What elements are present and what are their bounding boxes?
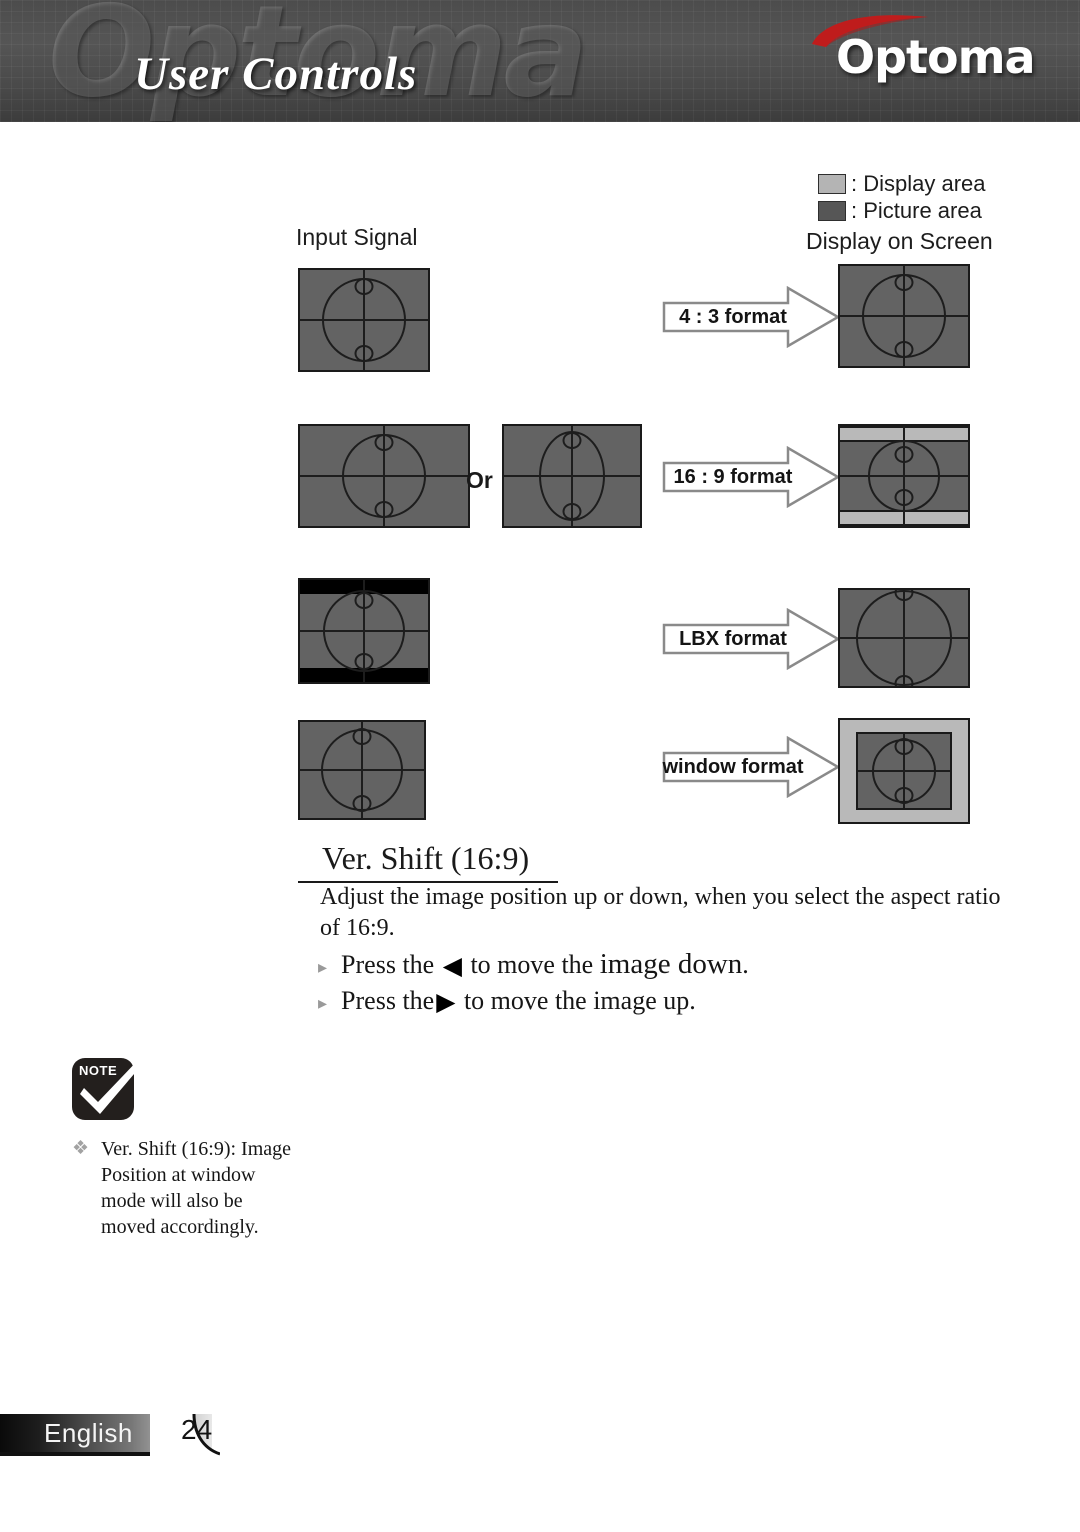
right-arrow-key-icon: ▶ [436,989,456,1016]
output-pattern-4x3 [838,264,970,368]
note-bullet-icon: ❖ [72,1138,90,1159]
instruction-text-down: Press the ◀ to move the image down. [341,948,749,980]
output-pattern-16x9 [838,424,970,528]
note-text: Ver. Shift (16:9): Image Position at win… [101,1138,292,1238]
or-label: Or [466,467,493,493]
note-body: ❖ Ver. Shift (16:9): Image Position at w… [72,1136,302,1240]
instruction-item-up: ▸ Press the▶ to move the image up. [318,986,1018,1024]
legend: : Display area : Picture area [818,170,986,224]
input-pattern-window [298,720,426,820]
output-pattern-window [838,718,970,824]
legend-row-display-area: : Display area [818,170,986,197]
arrow-label-lbx: LBX format [679,627,787,650]
arrow-label-16x9: 16 : 9 format [673,465,793,488]
section-description: Adjust the image position up or down, wh… [320,884,1001,941]
arrow-label-4x3: 4 : 3 format [679,305,787,328]
display-on-screen-heading: Display on Screen [806,228,993,254]
footer-language-label: English [44,1418,133,1448]
input-pattern-16x9-circle [298,424,470,528]
input-pattern-4x3 [298,268,430,372]
arrow-window-format: window format [662,736,840,798]
arrow-16x9-format: 16 : 9 format [662,446,840,508]
page-header: Optoma User Controls Optoma [0,0,1080,122]
optoma-logo: Optoma [806,14,1054,94]
logo-wordmark: Optoma [836,30,1036,84]
bullet-triangle-icon: ▸ [318,957,328,977]
page-title: User Controls [134,48,418,100]
picture-area-swatch [818,200,846,221]
arrow-lbx-format: LBX format [662,608,840,670]
page-content: : Display area : Picture area Input Sign… [0,122,1080,1412]
output-pattern-lbx [838,588,970,688]
instruction-text-up: Press the▶ to move the image up. [341,986,696,1016]
arrow-label-window: window format [662,755,804,778]
footer-page-number: 24 [181,1414,213,1445]
legend-row-picture-area: : Picture area [818,197,986,224]
input-pattern-16x9-ellipse [502,424,642,528]
instruction-list: ▸ Press the ◀ to move the image down. ▸ … [318,948,1018,1024]
section-heading-ver-shift: Ver. Shift (16:9) [298,840,558,883]
input-pattern-lbx [298,578,430,684]
page-footer: English 24 [0,1414,300,1460]
instruction-item-down: ▸ Press the ◀ to move the image down. [318,948,1018,986]
arrow-4x3-format: 4 : 3 format [662,286,840,348]
display-area-swatch [818,173,846,194]
input-signal-heading: Input Signal [296,224,418,250]
display-area-label: : Display area [851,170,986,196]
left-arrow-key-icon: ◀ [442,953,462,980]
note-icon: NOTE [72,1056,146,1120]
picture-area-label: : Picture area [851,197,982,223]
bullet-triangle-icon: ▸ [318,993,328,1013]
check-icon [80,1056,146,1114]
